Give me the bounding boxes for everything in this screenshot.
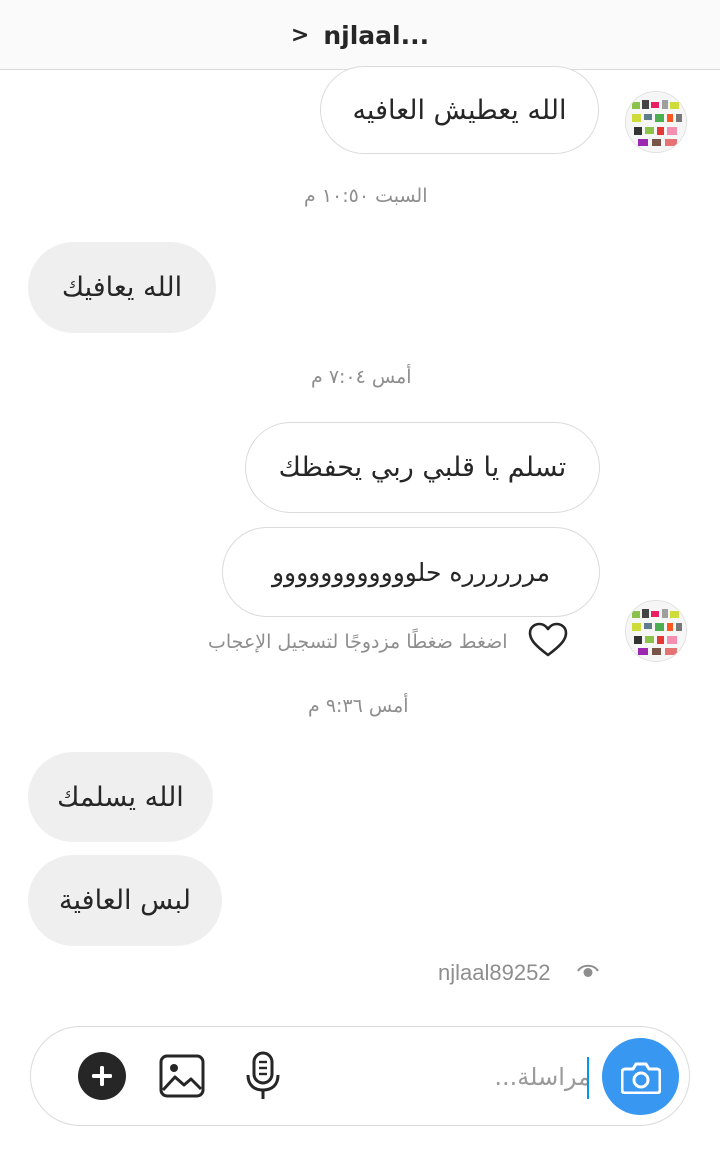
message-timestamp: أمس ٧:٠٤ م <box>311 366 412 388</box>
message-bubble[interactable]: الله يعافيك <box>28 242 216 333</box>
camera-icon <box>620 1062 661 1094</box>
like-hint-text: اضغط ضغطًا مزدوجًا لتسجيل الإعجاب <box>208 631 508 653</box>
like-hint-row: اضغط ضغطًا مزدوجًا لتسجيل الإعجاب <box>208 622 568 662</box>
message-bubble[interactable]: الله يعطيش العافيه <box>320 66 599 154</box>
microphone-icon <box>246 1051 280 1099</box>
seen-by-username: njlaal89252 <box>438 960 551 985</box>
chat-header: > njlaal... <box>0 0 720 70</box>
chat-title-button[interactable]: > njlaal... <box>291 21 429 50</box>
camera-button[interactable] <box>602 1038 679 1115</box>
message-composer <box>30 1026 690 1126</box>
message-bubble[interactable]: الله يسلمك <box>28 752 213 842</box>
message-bubble[interactable]: تسلم يا قلبي ربي يحفظك <box>245 422 600 513</box>
gallery-button[interactable] <box>159 1054 205 1102</box>
message-timestamp: أمس ٩:٣٦ م <box>308 695 409 717</box>
voice-message-button[interactable] <box>245 1051 281 1105</box>
text-cursor <box>587 1057 589 1099</box>
message-timestamp: السبت ١٠:٥٠ م <box>304 185 428 207</box>
message-input[interactable] <box>411 1057 591 1097</box>
gallery-icon <box>159 1054 205 1098</box>
message-bubble[interactable]: لبس العافية <box>28 855 222 946</box>
plus-icon <box>92 1066 112 1086</box>
back-chevron-icon[interactable]: > <box>291 24 309 47</box>
add-button[interactable] <box>78 1052 126 1100</box>
contact-avatar[interactable] <box>625 91 687 153</box>
chat-title[interactable]: njlaal... <box>323 21 429 50</box>
message-bubble[interactable]: مرررررره حلوووووووووووو <box>222 527 600 617</box>
eye-icon <box>576 963 599 983</box>
seen-indicator: njlaal89252 <box>438 960 599 986</box>
contact-avatar[interactable] <box>625 600 687 662</box>
heart-icon[interactable] <box>528 622 568 662</box>
